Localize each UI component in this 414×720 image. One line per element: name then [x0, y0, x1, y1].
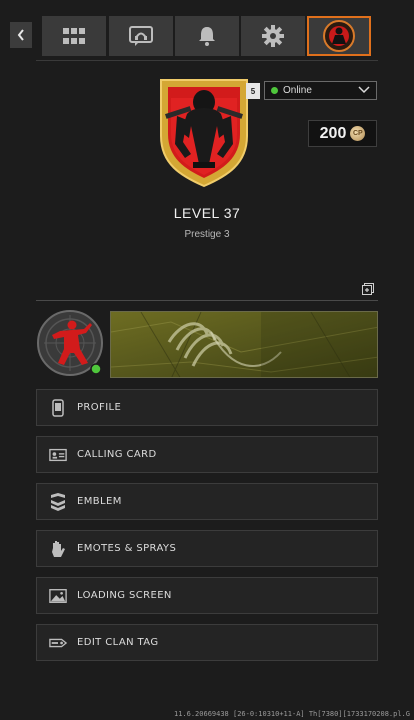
avatar-emblem-icon	[37, 310, 103, 376]
cod-points-balance[interactable]: 200 CP	[308, 120, 377, 147]
phone-icon	[49, 398, 67, 417]
menu-item-emotes-sprays[interactable]: EMOTES & SPRAYS	[36, 530, 378, 567]
currency-amount: 200	[319, 124, 347, 142]
menu-item-label: EMBLEM	[77, 496, 122, 507]
back-button[interactable]	[10, 22, 32, 48]
menu-item-label: CALLING CARD	[77, 449, 157, 460]
player-avatar[interactable]	[36, 309, 106, 379]
nav-divider	[36, 60, 378, 61]
profile-panel: 5 Online 200 CP LEVEL 37 Prestige 3 PROF…	[0, 0, 414, 720]
menu-item-loading-screen[interactable]: LOADING SCREEN	[36, 577, 378, 614]
calling-card-image[interactable]	[110, 311, 378, 378]
build-version: 11.6.20669438 [26-0:10310+11-A] Th[7380]…	[173, 710, 410, 718]
headset-chat-icon	[129, 26, 153, 46]
menu-item-label: EMOTES & SPRAYS	[77, 543, 177, 554]
chevron-left-icon	[17, 29, 24, 41]
soldier-emblem-icon	[160, 79, 248, 188]
player-prestige: Prestige 3	[184, 229, 230, 240]
grid-icon	[63, 28, 85, 44]
hand-icon	[49, 540, 67, 558]
online-status-dot-icon	[271, 87, 278, 94]
calling-card-art-icon	[111, 312, 377, 377]
player-level: LEVEL 37	[173, 205, 241, 221]
image-icon	[49, 587, 67, 605]
menu-item-profile[interactable]: PROFILE	[36, 389, 378, 426]
player-emblem[interactable]	[157, 76, 251, 188]
tag-icon	[49, 634, 67, 652]
cod-points-coin-icon: CP	[350, 126, 366, 141]
tab-notifications[interactable]	[175, 16, 239, 56]
section-divider	[36, 300, 378, 301]
rank-badge: 5	[246, 83, 260, 99]
chevron-rank-icon	[49, 492, 67, 511]
menu-item-label: PROFILE	[77, 402, 122, 413]
menu-item-label: LOADING SCREEN	[77, 590, 172, 601]
gear-icon	[262, 25, 284, 47]
top-navigation	[0, 0, 414, 61]
status-dropdown[interactable]: Online	[264, 81, 377, 100]
menu-item-calling-card[interactable]: CALLING CARD	[36, 436, 378, 473]
operator-emblem-icon	[323, 20, 355, 52]
chevron-down-icon	[358, 86, 370, 94]
menu-item-label: EDIT CLAN TAG	[77, 637, 159, 648]
tab-operator-profile[interactable]	[307, 16, 371, 56]
status-label: Online	[283, 85, 312, 96]
tab-social[interactable]	[109, 16, 173, 56]
tab-menu-grid[interactable]	[42, 16, 106, 56]
tab-settings[interactable]	[241, 16, 305, 56]
bell-icon	[199, 27, 215, 46]
id-card-icon	[49, 446, 67, 464]
menu-item-emblem[interactable]: EMBLEM	[36, 483, 378, 520]
expand-icon[interactable]	[362, 283, 374, 295]
menu-item-edit-clan-tag[interactable]: EDIT CLAN TAG	[36, 624, 378, 661]
